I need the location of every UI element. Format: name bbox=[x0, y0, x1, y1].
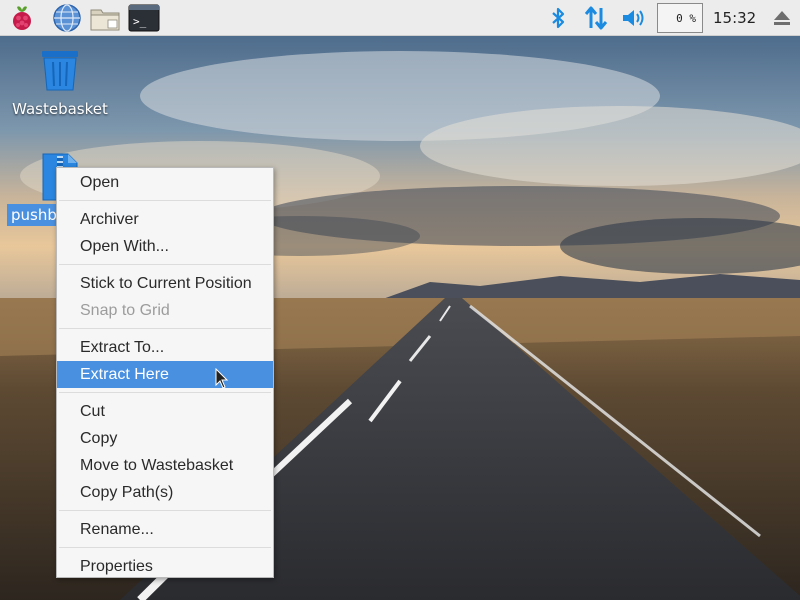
trash-icon bbox=[42, 51, 78, 91]
menu-item-cut[interactable]: Cut bbox=[57, 398, 273, 425]
mouse-cursor-icon bbox=[215, 368, 229, 389]
menu-item-open[interactable]: Open bbox=[57, 169, 273, 196]
top-panel: >_ 0 % 15:32 bbox=[0, 0, 800, 36]
menu-item-snap-to-grid: Snap to Grid bbox=[80, 302, 170, 319]
context-menu: Open Archiver Open With... Stick to Current… bbox=[56, 167, 274, 578]
menu-separator bbox=[57, 196, 273, 206]
menu-separator bbox=[57, 506, 273, 516]
volume-icon[interactable] bbox=[620, 2, 648, 34]
wastebasket-label: Wastebasket bbox=[12, 100, 108, 118]
cpu-usage-value: 0 % bbox=[676, 11, 696, 25]
menu-item-move-to-wastebasket[interactable]: Move to Wastebasket bbox=[57, 452, 273, 479]
menu-item-rename[interactable]: Rename... bbox=[57, 516, 273, 543]
menu-item-properties[interactable]: Properties bbox=[57, 553, 273, 580]
menu-separator bbox=[57, 388, 273, 398]
bluetooth-icon[interactable] bbox=[546, 2, 570, 34]
menu-item-copy[interactable]: Copy bbox=[57, 425, 273, 452]
menu-item-open-with[interactable]: Open With... bbox=[57, 233, 273, 260]
menu-item-archiver[interactable]: Archiver bbox=[57, 206, 273, 233]
cpu-usage-monitor[interactable]: 0 % bbox=[657, 3, 703, 33]
menu-item-stick-to-current-position[interactable]: Stick to Current Position bbox=[57, 270, 273, 297]
web-browser-icon[interactable] bbox=[51, 2, 83, 34]
menu-separator bbox=[57, 543, 273, 553]
menu-item-extract-to[interactable]: Extract To... bbox=[57, 334, 273, 361]
clock[interactable]: 15:32 bbox=[713, 0, 756, 36]
terminal-icon[interactable]: >_ bbox=[128, 2, 160, 34]
menu-separator bbox=[57, 260, 273, 270]
svg-text:>_: >_ bbox=[133, 15, 147, 28]
menu-item-extract-here[interactable]: Extract Here bbox=[57, 361, 273, 388]
network-updown-icon[interactable] bbox=[582, 2, 610, 34]
menu-separator bbox=[57, 324, 273, 334]
wastebasket-desktop-icon[interactable]: Wastebasket bbox=[8, 48, 112, 118]
file-manager-icon[interactable] bbox=[89, 2, 121, 34]
eject-icon[interactable] bbox=[770, 2, 794, 34]
raspberry-menu-icon[interactable] bbox=[6, 2, 38, 34]
menu-item-copy-path-s[interactable]: Copy Path(s) bbox=[57, 479, 273, 506]
